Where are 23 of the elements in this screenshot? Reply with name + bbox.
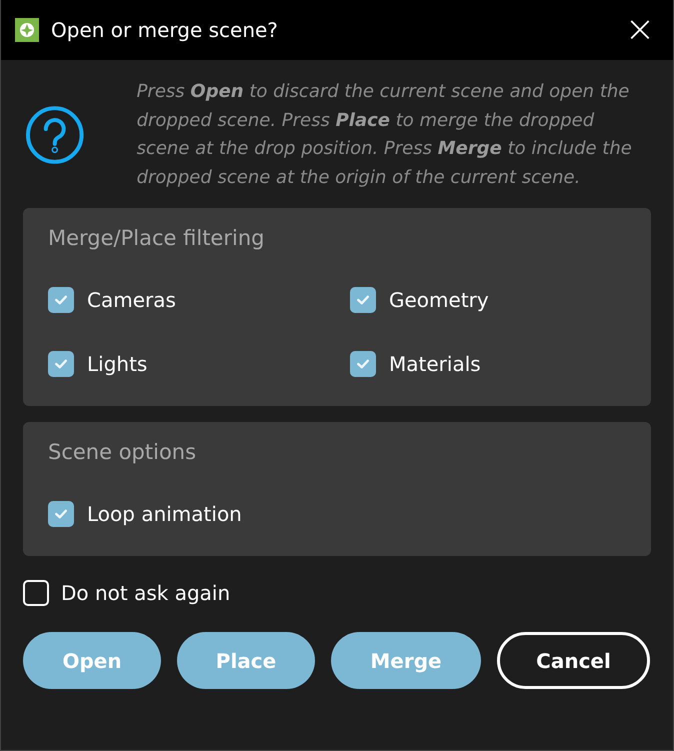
close-button[interactable]: × [620,12,659,48]
section-title: Merge/Place filtering [48,226,266,250]
cancel-button[interactable]: Cancel [497,632,650,689]
checkbox-label: Loop animation [87,502,242,526]
checkbox[interactable] [48,351,74,377]
action-button[interactable]: Open [23,632,161,689]
checkbox-label: Lights [87,352,148,376]
instructions-text: Press Open to discard the current scene and open the dropped scene. Press Place to merge the dropped scene at the drop position. Press Merge to include the dropped scene at the origin of the current scene. [136,80,633,190]
section-title: Scene options [48,440,198,464]
checkbox-label: Materials [389,352,481,376]
action-button[interactable]: Place [177,632,315,689]
help-icon [25,105,85,165]
checkbox[interactable] [23,580,49,606]
checkbox[interactable] [48,287,74,313]
checkbox[interactable] [350,351,376,377]
checkbox-label: Geometry [389,288,489,312]
app-logo-icon [15,18,39,42]
checkbox[interactable] [350,287,376,313]
window-title: Open or merge scene? [51,18,279,42]
checkbox-label: Do not ask again [61,581,230,605]
action-button[interactable]: Merge [331,632,481,689]
checkbox-label: Cameras [87,288,176,312]
checkbox[interactable] [48,501,74,527]
